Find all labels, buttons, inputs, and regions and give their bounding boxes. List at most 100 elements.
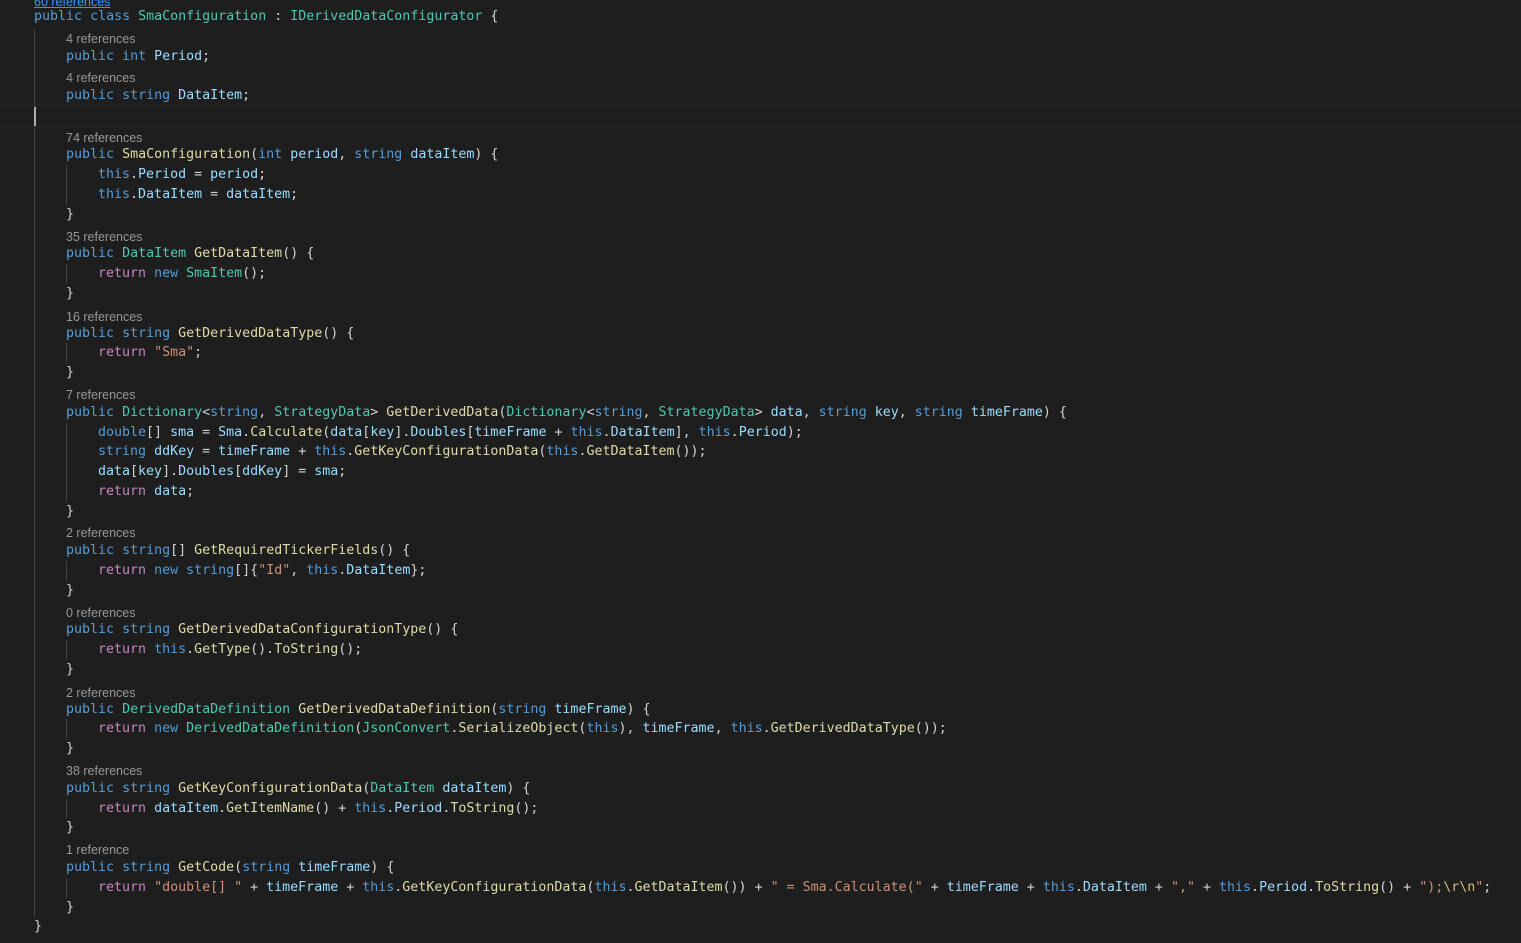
code-token: DataItem [610,425,675,440]
code-token: \r\n [1443,880,1476,895]
code-token: data [98,464,131,479]
codelens-references[interactable]: 38 references [0,763,1521,779]
code-token: (). [250,642,275,657]
code-token: GetKeyConfigurationData [402,880,587,895]
code-line: public int Period; [0,47,1521,67]
code-token: string [98,444,147,459]
codelens-references[interactable]: 4 references [0,31,1521,47]
code-token: GetItemName [226,801,315,816]
code-token: timeFrame [218,444,291,459]
code-token: . [762,721,771,736]
code-line: this.DataItem = dataItem; [0,185,1521,205]
code-line: public DataItem GetDataItem() { [0,244,1521,264]
code-token: "Id" [258,563,291,578]
code-token: timeFrame [946,880,1019,895]
code-token: Sma [218,425,243,440]
code-token: this [570,425,603,440]
code-token: ; [338,464,347,479]
code-token: double [98,425,147,440]
code-token: DataItem [1082,880,1147,895]
code-token: key [874,405,899,420]
code-editor[interactable]: 60 references public class SmaConfigurati… [0,0,1521,943]
codelens-references[interactable]: 0 references [0,605,1521,621]
codelens-references[interactable]: 7 references [0,387,1521,403]
code-token: string [122,326,171,341]
code-token: . [602,425,611,440]
code-token: timeFrame [474,425,547,440]
code-token: dataItem [154,801,219,816]
code-line: return this.GetType().ToString(); [0,640,1521,660]
codelens-references[interactable]: 2 references [0,525,1521,541]
code-token: } [66,662,75,677]
code-token: GetDerivedData [386,405,499,420]
code-token: " = Sma.Calculate(" [770,880,923,895]
code-token: ; [258,167,267,182]
code-token: ; [1483,880,1492,895]
code-token: } [66,365,75,380]
code-token: , [802,405,819,420]
code-token: key [138,464,163,479]
code-token: ddKey [242,464,283,479]
code-token: "Sma" [154,345,195,360]
code-token: return [98,484,147,499]
codelens-references[interactable]: 16 references [0,309,1521,325]
code-line: public class SmaConfiguration : IDerived… [0,7,1521,27]
code-token: } [66,820,75,835]
code-token: GetDerivedDataConfigurationType [178,622,427,637]
indent-guide [66,719,67,739]
code-token: this [354,801,387,816]
code-token: public [66,147,115,162]
code-line: public string[] GetRequiredTickerFields(… [0,541,1521,561]
code-token: ], [674,425,699,440]
code-token: + [1018,880,1043,895]
code-token: DataItem [138,187,203,202]
code-token: dataItem [226,187,291,202]
code-token: public [66,860,115,875]
code-token: public [66,622,115,637]
text-cursor [34,107,36,126]
code-token: (); [242,266,267,281]
code-token: GetKeyConfigurationData [178,781,363,796]
indent-guide [66,640,67,660]
code-token: [ [130,464,139,479]
code-token: sma [170,425,195,440]
code-token: Period [1259,880,1308,895]
code-token: : [266,9,291,24]
code-token: } [66,583,75,598]
code-token: ; [242,88,251,103]
code-token: JsonConvert [362,721,451,736]
codelens-references[interactable]: 74 references [0,130,1521,146]
codelens-references[interactable]: 4 references [0,70,1521,86]
code-token: string [594,405,643,420]
code-token: Period [138,167,187,182]
code-token: > [754,405,771,420]
code-token: string [122,860,171,875]
code-line: public Dictionary<string, StrategyData> … [0,403,1521,423]
codelens-references[interactable]: 2 references [0,685,1521,701]
code-token: = [202,187,227,202]
code-token: (); [338,642,363,657]
code-line: this.Period = period; [0,165,1521,185]
code-token: Doubles [410,425,467,440]
codelens-references[interactable]: 35 references [0,229,1521,245]
code-token: . [130,167,139,182]
codelens-references[interactable]: 1 reference [0,842,1521,858]
